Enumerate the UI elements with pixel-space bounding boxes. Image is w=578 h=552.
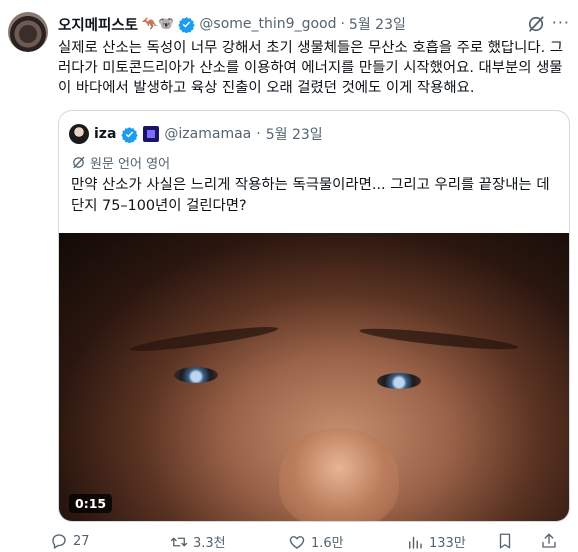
views-count: 133만 — [429, 536, 466, 551]
reply-button[interactable]: 27 — [50, 532, 90, 550]
author-emoji: 🦘🐨 — [142, 16, 175, 32]
reply-count: 27 — [73, 533, 90, 549]
translate-icon — [73, 156, 85, 169]
video-player[interactable]: 0:15 — [59, 233, 569, 521]
retweet-count: 3.3천 — [193, 536, 226, 551]
bookmark-button[interactable] — [496, 532, 514, 550]
like-button[interactable]: 1.6만 — [288, 532, 344, 551]
verified-icon — [121, 126, 139, 143]
retweet-button[interactable]: 3.3천 — [170, 532, 226, 551]
translate-label: 원문 언어 영어 — [90, 157, 171, 172]
reply-icon — [52, 534, 66, 549]
quote-header: iza @izamamaa · 5월 23일 — [69, 123, 323, 145]
more-icon[interactable]: ··· — [552, 13, 570, 32]
face-eye — [377, 373, 421, 389]
quote-text: 만약 산소가 사실은 느리게 작용하는 독극물이라면... 그리고 우리를 끝장… — [71, 177, 550, 214]
video-timestamp: 0:15 — [69, 494, 113, 513]
quote-date: 5월 23일 — [265, 127, 323, 143]
translate-note: 원문 언어 영어 — [71, 153, 170, 172]
face-eye — [174, 367, 218, 383]
action-bar: 27 3.3천 1.6만 133만 — [50, 532, 570, 552]
grok-icon[interactable] — [526, 14, 546, 34]
separator: · — [256, 126, 261, 142]
share-icon — [542, 533, 556, 548]
tweet-date[interactable]: 5월 23일 — [349, 14, 406, 34]
bookmark-icon — [499, 533, 511, 549]
quote-author-handle: @izamamaa — [164, 126, 252, 142]
tweet-header: 오지메피스토 🦘🐨 @some_thin9_good · 5월 23일 — [58, 12, 406, 36]
separator: · — [340, 16, 345, 32]
quote-author-avatar — [69, 124, 89, 144]
face-brow — [128, 322, 280, 356]
share-button[interactable] — [540, 532, 558, 550]
quoted-tweet[interactable]: iza @izamamaa · 5월 23일 원문 언어 영어 만약 산소가 사… — [58, 110, 570, 522]
views-button[interactable]: 133만 — [406, 532, 466, 551]
face-brow — [358, 324, 520, 354]
like-count: 1.6만 — [311, 536, 344, 551]
quote-author-name: iza — [94, 126, 117, 142]
face-nose — [279, 428, 399, 521]
author-avatar[interactable] — [8, 12, 48, 52]
author-handle[interactable]: @some_thin9_good — [199, 16, 336, 32]
author-name[interactable]: 오지메피스토 — [58, 14, 138, 35]
like-icon — [289, 535, 305, 549]
affiliate-badge-icon — [143, 126, 160, 142]
tweet-text: 실제로 산소는 독성이 너무 강해서 초기 생물체들은 무산소 호흡을 주로 했… — [58, 40, 564, 96]
views-icon — [409, 536, 422, 549]
verified-icon — [178, 16, 196, 33]
retweet-icon — [170, 537, 188, 546]
